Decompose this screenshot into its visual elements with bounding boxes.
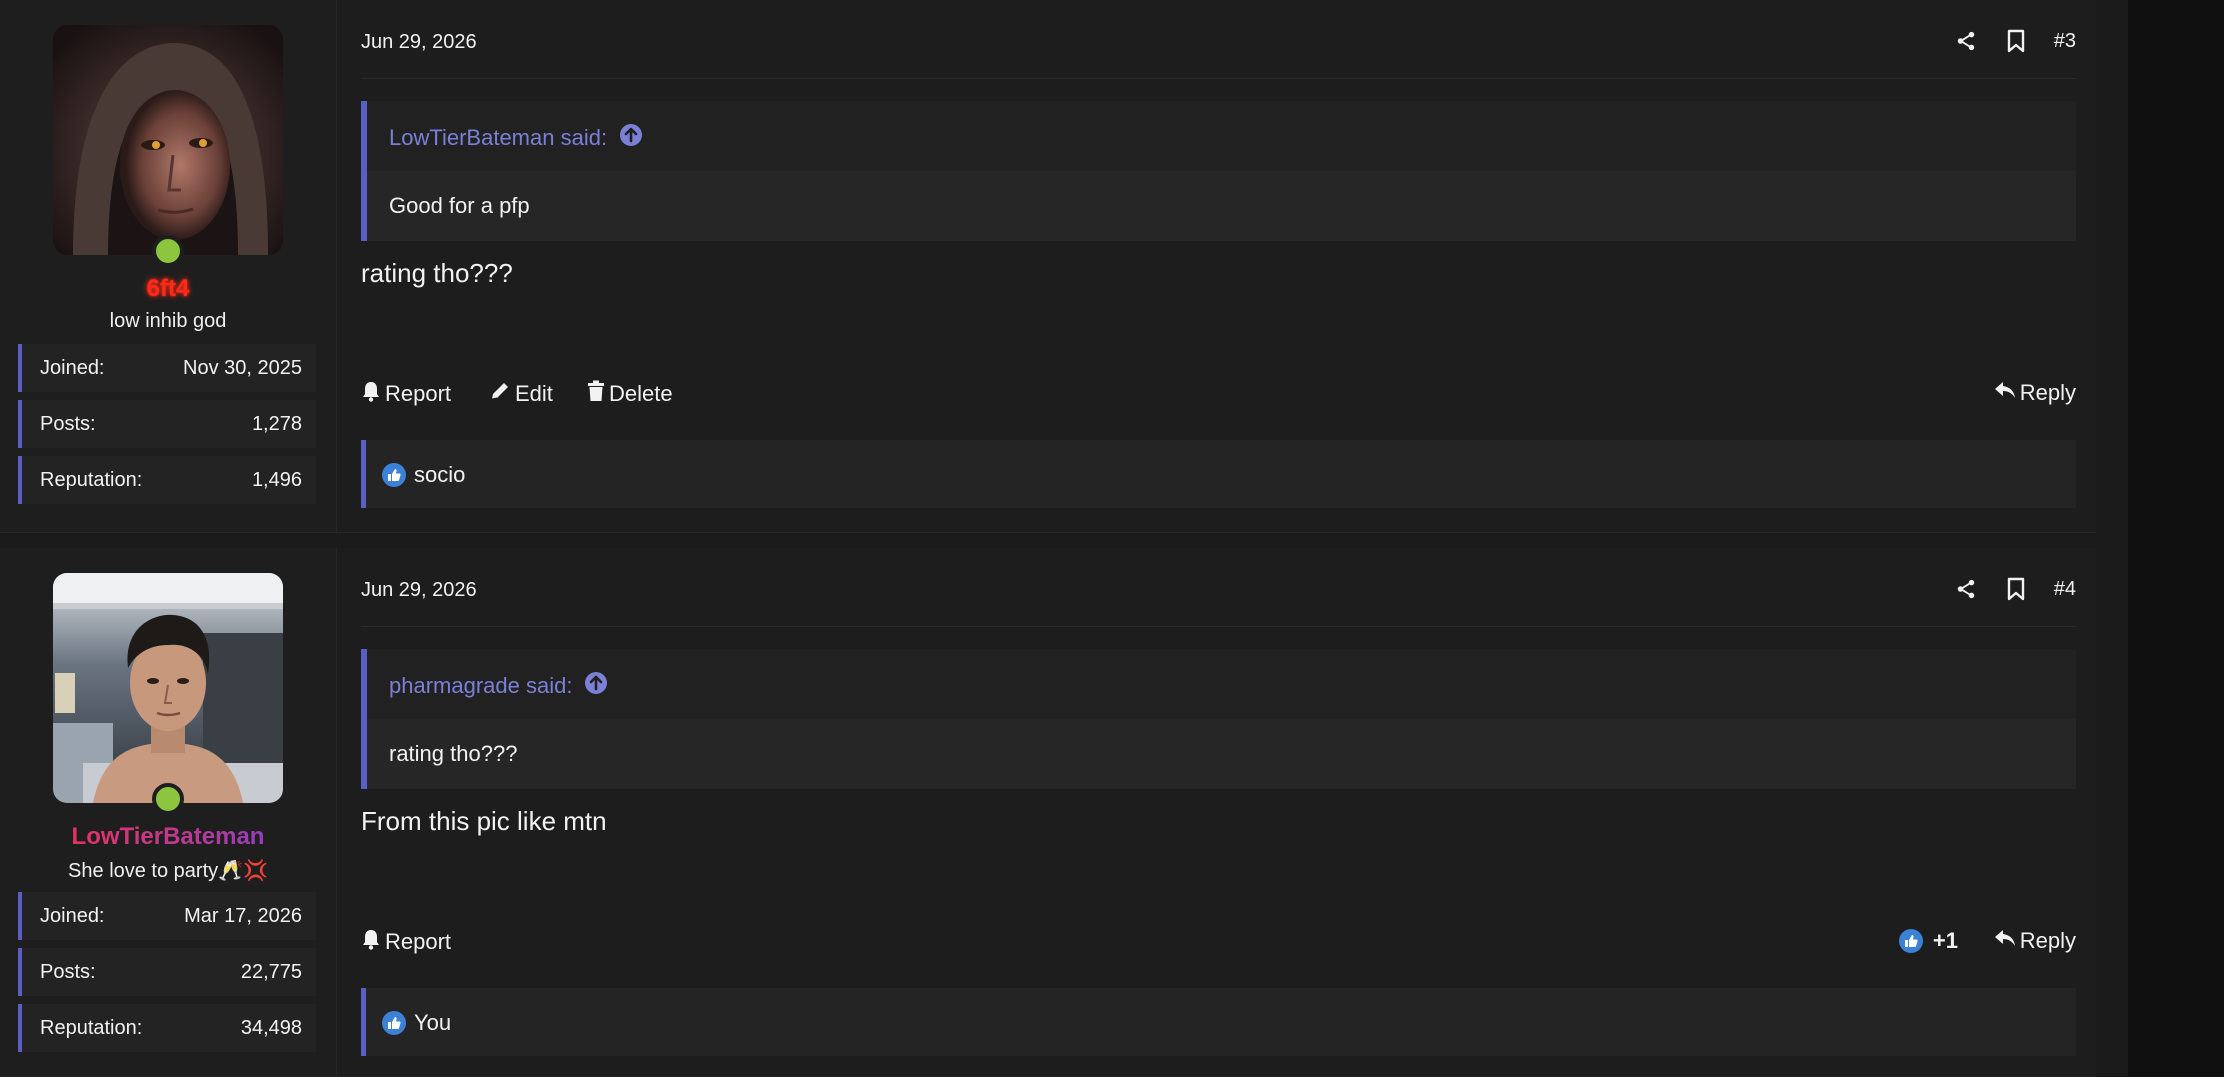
stat-label: Joined: [40, 905, 105, 927]
quote-attribution: pharmagrade said: [389, 673, 573, 698]
avatar[interactable] [53, 573, 283, 803]
stat-value: 1,496 [251, 469, 302, 491]
right-margin [2128, 0, 2224, 1076]
trash-icon [587, 380, 605, 408]
post-number-link[interactable]: #3 [2054, 30, 2076, 53]
pencil-icon [489, 380, 511, 408]
bookmark-icon[interactable] [2004, 577, 2028, 601]
user-stat-joined: Joined: Mar 17, 2026 [18, 892, 316, 940]
thread-page: 6ft4 low inhib god Joined: Nov 30, 2025 … [0, 0, 2224, 1077]
quote-header: pharmagrade said: [367, 649, 2076, 719]
post: LowTierBateman She love to party🥂💢 Joine… [0, 548, 2096, 1077]
user-cell: LowTierBateman She love to party🥂💢 Joine… [0, 548, 337, 1076]
stat-label: Posts: [40, 961, 96, 983]
stat-value: 34,498 [240, 1017, 302, 1039]
stat-label: Reputation: [40, 1017, 143, 1039]
quote-attribution-link[interactable]: LowTierBateman said: [389, 123, 643, 153]
quote-body: Good for a pfp [367, 171, 2076, 241]
post-content: Jun 29, 2026 #3 LowTierBateman said: Goo… [337, 0, 2096, 532]
edit-label: Edit [515, 381, 553, 406]
reply-arrow-icon [1994, 928, 2016, 954]
thread-column: 6ft4 low inhib god Joined: Nov 30, 2025 … [0, 0, 2128, 1077]
post-tools: #3 [1954, 26, 2076, 56]
arrow-up-circle-icon[interactable] [584, 671, 608, 701]
post-actions: Report +1 Reply [361, 928, 2076, 960]
user-stat-joined: Joined: Nov 30, 2025 [18, 344, 316, 392]
quote-body: rating tho??? [367, 719, 2076, 789]
reply-button[interactable]: Reply [1994, 380, 2076, 406]
divider [361, 626, 2076, 627]
online-status-indicator [152, 783, 184, 815]
post-tools: #4 [1954, 574, 2076, 604]
divider [361, 78, 2076, 79]
stat-label: Joined: [40, 357, 105, 379]
post-date[interactable]: Jun 29, 2026 [361, 579, 477, 602]
post: 6ft4 low inhib god Joined: Nov 30, 2025 … [0, 0, 2096, 533]
report-label: Report [385, 929, 452, 954]
report-button[interactable]: Report [361, 928, 451, 956]
online-status-indicator [152, 235, 184, 267]
quote-header: LowTierBateman said: [367, 101, 2076, 171]
stat-label: Reputation: [40, 469, 143, 491]
report-button[interactable]: Report [361, 380, 451, 408]
thumbs-up-icon [1898, 929, 1923, 953]
thumbs-up-icon [382, 1011, 406, 1035]
reactions-text: socio [414, 462, 466, 487]
post-message: From this pic like mtn [361, 806, 607, 836]
hooded-figure-avatar [53, 25, 283, 255]
username[interactable]: 6ft4 [0, 275, 336, 303]
like-button[interactable]: +1 [1898, 928, 1958, 954]
post-date[interactable]: Jun 29, 2026 [361, 31, 477, 54]
stat-label: Posts: [40, 413, 96, 435]
arrow-up-circle-icon[interactable] [619, 123, 643, 153]
quote-text: Good for a pfp [389, 193, 530, 218]
user-title: low inhib god [109, 310, 227, 332]
stat-value: 22,775 [240, 961, 302, 983]
reactions-text: You [414, 1010, 452, 1035]
post-actions: Report Edit Delete Reply [361, 380, 2076, 412]
reactions-bar[interactable]: socio [361, 440, 2076, 508]
quote-attribution-link[interactable]: pharmagrade said: [389, 671, 608, 701]
user-stat-posts: Posts: 1,278 [18, 400, 316, 448]
thumbs-up-icon [382, 463, 406, 487]
username[interactable]: LowTierBateman [0, 823, 336, 851]
quote-attribution: LowTierBateman said: [389, 125, 608, 150]
report-label: Report [385, 381, 452, 406]
selfie-man-avatar [53, 573, 283, 803]
bookmark-icon[interactable] [2004, 29, 2028, 53]
bell-icon [361, 928, 381, 956]
post-number-link[interactable]: #4 [2054, 578, 2076, 601]
user-title: She love to party🥂💢 [68, 860, 268, 882]
post-content: Jun 29, 2026 #4 pharmagrade said: rating… [337, 548, 2096, 1076]
reply-label: Reply [2019, 928, 2076, 953]
stat-value: Mar 17, 2026 [184, 905, 302, 927]
share-icon[interactable] [1954, 577, 1978, 601]
reply-arrow-icon [1994, 380, 2016, 406]
like-count: +1 [1932, 928, 1958, 953]
user-stat-reputation: Reputation: 1,496 [18, 456, 316, 504]
post-message: rating tho??? [361, 258, 513, 288]
quote-block: pharmagrade said: rating tho??? [361, 649, 2076, 789]
delete-button[interactable]: Delete [587, 380, 673, 408]
avatar[interactable] [53, 25, 283, 255]
quote-block: LowTierBateman said: Good for a pfp [361, 101, 2076, 241]
user-stat-posts: Posts: 22,775 [18, 948, 316, 996]
stat-value: 1,278 [251, 413, 302, 435]
user-cell: 6ft4 low inhib god Joined: Nov 30, 2025 … [0, 0, 337, 532]
user-stat-reputation: Reputation: 34,498 [18, 1004, 316, 1052]
edit-button[interactable]: Edit [489, 380, 553, 408]
reply-label: Reply [2019, 380, 2076, 405]
stat-value: Nov 30, 2025 [183, 357, 302, 379]
reactions-bar[interactable]: You [361, 988, 2076, 1056]
share-icon[interactable] [1954, 29, 1978, 53]
reply-button[interactable]: Reply [1994, 928, 2076, 954]
quote-text: rating tho??? [389, 741, 518, 766]
delete-label: Delete [609, 381, 673, 406]
bell-icon [361, 380, 381, 408]
